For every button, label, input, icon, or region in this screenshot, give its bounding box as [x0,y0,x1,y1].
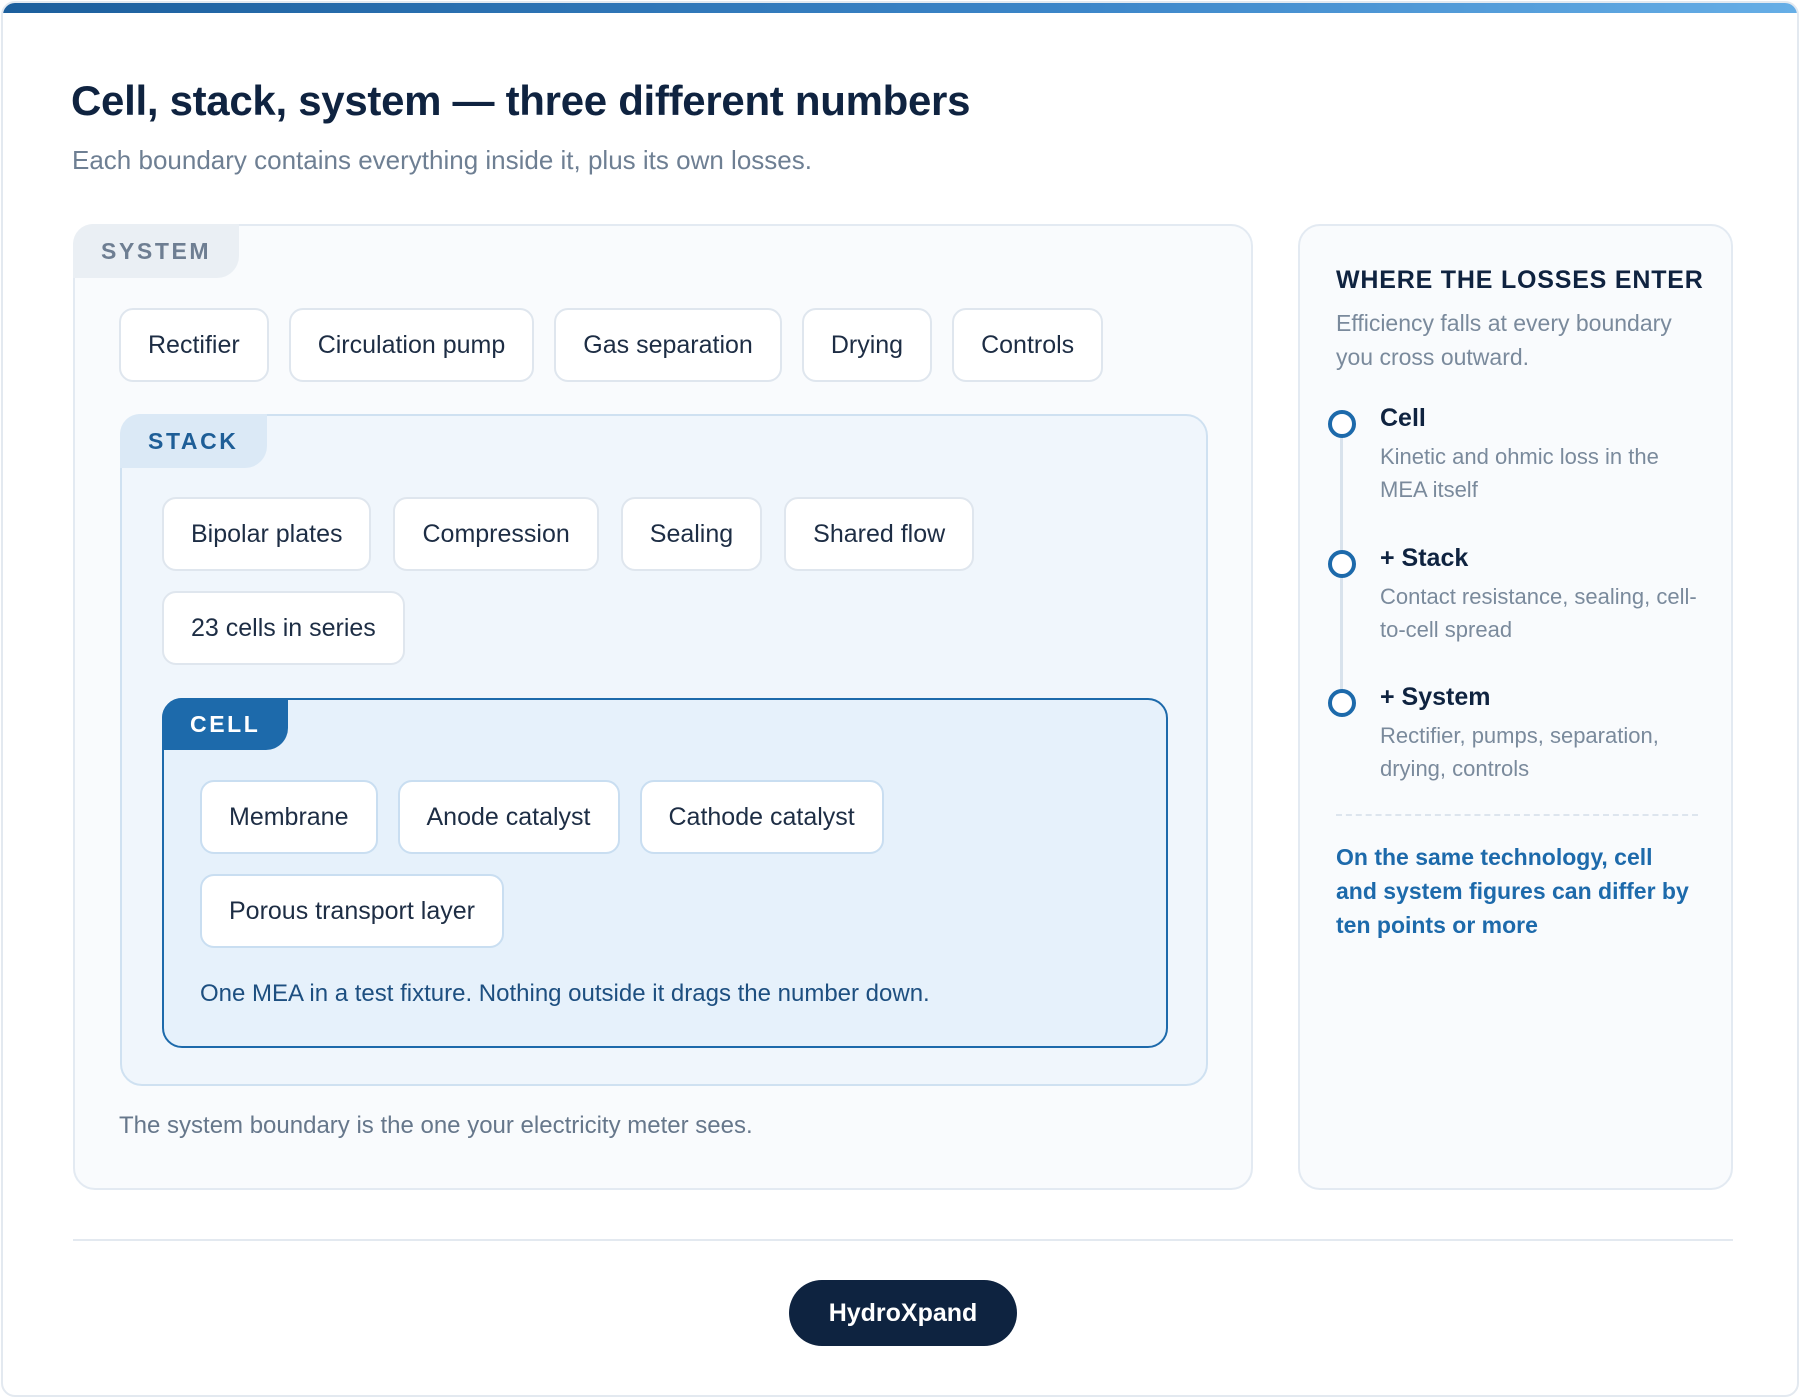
component-chip: Cathode catalyst [639,780,884,854]
panel-divider [1336,814,1698,816]
system-boundary: SYSTEM Rectifier Circulation pump Gas se… [73,224,1253,1190]
component-chip: Porous transport layer [200,874,504,948]
component-chip: Sealing [620,497,763,571]
stack-boundary: STACK Bipolar plates Compression Sealing… [120,414,1208,1086]
cell-label: CELL [162,698,289,750]
step-description: Rectifier, pumps, separation, drying, co… [1380,723,1659,781]
cell-components: Membrane Anode catalyst Cathode catalyst… [200,780,920,948]
step-circle-icon [1328,410,1356,438]
system-note: The system boundary is the one your elec… [119,1112,753,1139]
page-title: Cell, stack, system — three different nu… [71,77,971,124]
accent-bar [3,3,1797,13]
step-circle-icon [1328,689,1356,717]
step-circle-icon [1328,550,1356,578]
component-chip: Shared flow [784,497,975,571]
component-chip: Membrane [200,780,378,854]
component-chip: Compression [393,497,599,571]
system-label: SYSTEM [73,224,240,278]
brand-badge: HydroXpand [789,1280,1017,1346]
diagram-card: Cell, stack, system — three different nu… [1,1,1799,1397]
page-subtitle: Each boundary contains everything inside… [72,145,812,175]
component-chip: Gas separation [554,308,782,382]
cell-boundary: CELL Membrane Anode catalyst Cathode cat… [162,698,1168,1048]
component-chip: Anode catalyst [397,780,620,854]
step-description: Contact resistance, sealing, cell-to-cel… [1380,584,1697,642]
stack-components: Bipolar plates Compression Sealing Share… [162,497,982,665]
cell-note: One MEA in a test fixture. Nothing outsi… [200,980,930,1007]
step-description: Kinetic and ohmic loss in the MEA itself [1380,444,1659,502]
component-chip: Drying [801,308,933,382]
stack-label: STACK [120,414,267,468]
footer-divider [73,1239,1733,1241]
step-name: + Stack [1380,544,1469,572]
losses-callout: On the same technology, cell and system … [1336,844,1689,938]
component-chip: Rectifier [119,308,269,382]
losses-panel: WHERE THE LOSSES ENTER Efficiency falls … [1298,224,1733,1190]
losses-panel-subtitle: Efficiency falls at every boundary you c… [1336,310,1672,370]
step-name: + System [1380,683,1491,711]
step-name: Cell [1380,404,1426,432]
system-components: Rectifier Circulation pump Gas separatio… [119,308,1219,382]
component-chip: Bipolar plates [162,497,372,571]
component-chip: Controls [952,308,1104,382]
losses-panel-title: WHERE THE LOSSES ENTER [1336,266,1704,294]
component-chip: Circulation pump [288,308,535,382]
component-chip: 23 cells in series [162,591,405,665]
